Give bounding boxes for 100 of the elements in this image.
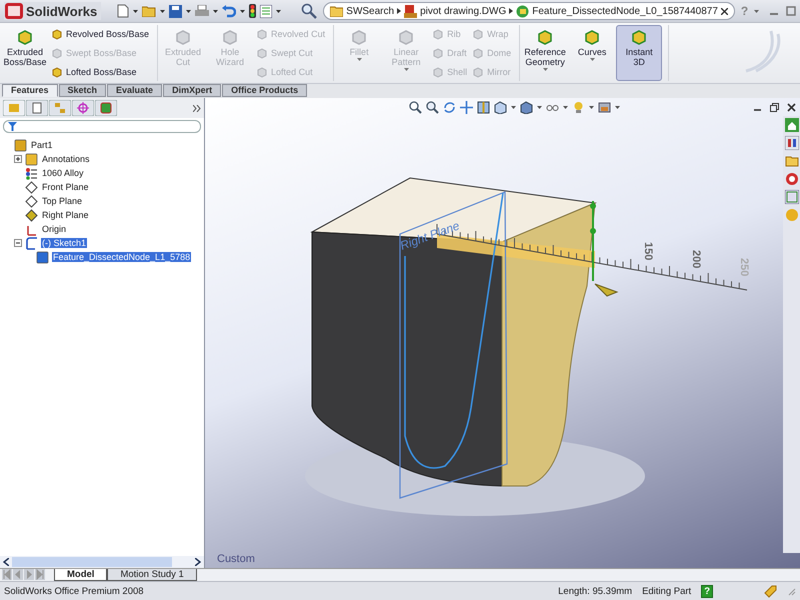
ribbon-button[interactable]: Lofted Boss/Base <box>49 64 152 79</box>
breadcrumb-link[interactable]: Feature_DissectedNode_L0_1587440877 <box>532 6 718 16</box>
document-tab[interactable]: Motion Study 1 <box>107 569 197 581</box>
ribbon-button[interactable]: Curves <box>569 25 616 81</box>
feature-icon <box>536 28 554 46</box>
caret-icon[interactable] <box>511 106 516 108</box>
feature-icon <box>51 28 63 40</box>
feature-icon <box>51 46 63 59</box>
plane-icon <box>25 180 38 194</box>
crosshair-tab-icon[interactable] <box>72 100 94 116</box>
double-chevron-icon[interactable] <box>193 104 201 112</box>
view-palette-icon[interactable] <box>784 190 798 204</box>
command-tab[interactable]: Sketch <box>58 84 106 97</box>
ribbon-button[interactable]: Reference Geometry <box>522 25 568 81</box>
tree-item[interactable]: Annotations <box>41 154 91 164</box>
feature-icon <box>432 28 444 40</box>
measurement-text: Length: 95.39mm <box>558 586 632 596</box>
ribbon-button[interactable]: Revolved Boss/Base <box>49 27 152 42</box>
feature-icon <box>630 28 648 46</box>
folder-icon[interactable] <box>784 154 798 168</box>
tree-item[interactable]: Front Plane <box>41 182 90 192</box>
caret-icon[interactable] <box>276 10 282 12</box>
tree-item[interactable]: 1060 Alloy <box>41 168 85 178</box>
scene-icon[interactable] <box>598 100 611 114</box>
tree-item[interactable]: Feature_DissectedNode_L1_5788 <box>52 252 192 262</box>
undo-icon[interactable] <box>222 4 236 18</box>
feature-icon <box>256 46 268 59</box>
cube-icon[interactable] <box>494 100 507 114</box>
logo-icon <box>5 3 23 19</box>
folder-icon <box>330 6 344 16</box>
expander-icon[interactable] <box>14 239 22 247</box>
ruler-label: 250 <box>738 258 750 276</box>
feature-icon <box>221 28 240 46</box>
mode-text: Editing Part <box>642 586 692 596</box>
search-icon[interactable] <box>301 3 318 19</box>
command-tab[interactable]: Features <box>2 84 58 97</box>
horizontal-scrollbar[interactable] <box>0 556 204 568</box>
drawing-file-icon <box>404 4 418 18</box>
scrollbar-thumb[interactable] <box>12 557 172 567</box>
property-tab-icon[interactable] <box>26 100 48 116</box>
tree-item[interactable]: Right Plane <box>41 210 90 220</box>
status-text: SolidWorks Office Premium 2008 <box>4 586 144 596</box>
library-icon[interactable] <box>784 136 798 150</box>
search-scope[interactable]: SWSearch <box>346 6 394 16</box>
plane-icon <box>25 208 38 222</box>
search-field[interactable]: SWSearch pivot drawing.DWG Feature_DissectedNode_L0_1587440877 <box>323 2 735 20</box>
help-button[interactable]: ? <box>701 584 713 598</box>
feature-icon <box>432 66 444 78</box>
tree-item[interactable]: Part1 <box>30 140 54 150</box>
command-tab[interactable]: DimXpert <box>163 84 222 97</box>
tag-icon[interactable] <box>763 584 777 598</box>
filter-field[interactable] <box>3 120 201 133</box>
tree-item[interactable]: Top Plane <box>41 196 84 206</box>
display-style-icon[interactable] <box>520 100 533 114</box>
feature-icon <box>256 28 268 40</box>
section-view-icon[interactable] <box>477 100 490 114</box>
caret-icon[interactable] <box>213 10 218 12</box>
breadcrumb-link[interactable]: pivot drawing.DWG <box>420 6 506 16</box>
checklist-icon[interactable] <box>260 4 272 18</box>
close-icon[interactable] <box>720 8 728 14</box>
close-icon[interactable] <box>787 102 796 112</box>
document-icon[interactable] <box>117 4 130 18</box>
filter-icon <box>8 122 17 131</box>
annotations-icon <box>25 152 38 166</box>
light-bulb-icon[interactable] <box>572 100 585 114</box>
expander-icon[interactable] <box>14 155 22 163</box>
traffic-light-icon[interactable] <box>249 4 256 18</box>
feature-icon <box>472 46 484 59</box>
caret-icon[interactable] <box>160 10 166 12</box>
tree-item[interactable]: Origin <box>41 224 68 234</box>
rotate-icon[interactable] <box>443 100 456 114</box>
command-tab[interactable]: Evaluate <box>107 84 162 97</box>
document-tab[interactable]: Model <box>54 569 108 581</box>
caret-icon[interactable] <box>537 106 542 108</box>
caret-icon[interactable] <box>589 106 594 108</box>
caret-icon[interactable] <box>240 10 246 12</box>
restore-icon[interactable] <box>770 102 779 112</box>
app-name: SolidWorks <box>26 4 98 18</box>
feature-icon <box>36 250 49 264</box>
printer-icon[interactable] <box>195 5 210 17</box>
ribbon-button[interactable]: Instant 3D <box>616 25 662 81</box>
maximize-icon[interactable] <box>786 6 796 16</box>
caret-icon[interactable] <box>186 10 192 12</box>
command-tab[interactable]: Office Products <box>222 84 308 97</box>
sketch-icon <box>25 236 38 250</box>
pan-icon[interactable] <box>460 100 473 114</box>
caret-icon[interactable] <box>754 10 760 12</box>
tree-item[interactable]: (-) Sketch1 <box>41 238 88 248</box>
resize-grip-icon[interactable] <box>787 586 796 596</box>
magnifier-icon[interactable] <box>409 100 422 114</box>
caret-icon[interactable] <box>563 106 568 108</box>
magnifier-icon[interactable] <box>426 100 439 114</box>
ruler-label: 200 <box>690 250 702 268</box>
caret-icon[interactable] <box>133 10 138 12</box>
caret-icon[interactable] <box>615 106 620 108</box>
home-icon[interactable] <box>784 118 798 132</box>
appearance-tab-icon[interactable] <box>95 100 117 116</box>
feature-icon <box>397 28 416 46</box>
feature-icon <box>51 66 63 78</box>
ribbon-button[interactable]: Extruded Boss/Base <box>2 25 48 81</box>
